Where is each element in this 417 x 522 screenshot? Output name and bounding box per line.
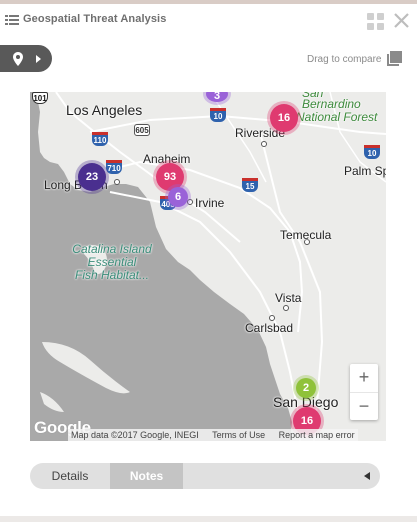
city-label-palm-springs: Palm Sp bbox=[344, 164, 386, 178]
city-label-long-beach-prefix: Long B bbox=[44, 178, 83, 192]
cluster-count: 16 bbox=[300, 415, 314, 427]
location-menu-button[interactable] bbox=[0, 45, 52, 72]
drag-to-compare-label: Drag to compare bbox=[307, 54, 382, 65]
cluster-count: 2 bbox=[302, 382, 310, 394]
threat-cluster[interactable]: 2 bbox=[296, 378, 316, 398]
city-label-irvine: Irvine bbox=[195, 196, 225, 210]
chevron-right-icon bbox=[36, 55, 41, 63]
report-map-error-link[interactable]: Report a map error bbox=[279, 430, 355, 440]
island-label-line-2: Essential bbox=[87, 255, 137, 269]
zoom-control: + − bbox=[350, 364, 378, 420]
tab-bar: Details Notes bbox=[30, 463, 380, 489]
island-label-catalina: Catalina Island Essential Fish Habitat..… bbox=[62, 243, 162, 282]
route-101-shield: 101 bbox=[32, 92, 48, 104]
interstate-10-shield: 10 bbox=[210, 108, 226, 122]
dashboard-icon[interactable] bbox=[367, 13, 384, 30]
threat-cluster[interactable]: 16 bbox=[270, 104, 298, 132]
map-attribution: Map data ©2017 Google, INEGI Terms of Us… bbox=[68, 429, 358, 441]
city-label-vista: Vista bbox=[275, 291, 302, 305]
cluster-count: 16 bbox=[277, 112, 291, 124]
widget-title: Geospatial Threat Analysis bbox=[23, 13, 167, 25]
widget-header: Geospatial Threat Analysis bbox=[0, 4, 417, 38]
interstate-15-shield: 15 bbox=[242, 178, 258, 192]
city-label-temecula: Temecula bbox=[280, 228, 332, 242]
route-605-shield: 605 bbox=[134, 124, 150, 136]
threat-cluster[interactable]: 23 bbox=[78, 163, 106, 191]
threat-map[interactable]: Los Angeles San Bernardino National Fore… bbox=[30, 92, 386, 441]
tab-details[interactable]: Details bbox=[30, 463, 110, 489]
map-pin-icon bbox=[13, 52, 23, 66]
map-data-credit: Map data ©2017 Google, INEGI bbox=[71, 430, 199, 440]
bottom-border bbox=[0, 516, 417, 522]
copy-icon[interactable] bbox=[385, 51, 402, 68]
cluster-count: 6 bbox=[174, 191, 182, 203]
list-icon bbox=[5, 15, 19, 25]
island-label-line-3: Fish Habitat... bbox=[74, 268, 150, 282]
zoom-out-button[interactable]: − bbox=[350, 392, 378, 420]
interstate-10-east-shield: 10 bbox=[364, 145, 380, 159]
tab-notes[interactable]: Notes bbox=[110, 463, 183, 489]
interstate-710-shield: 710 bbox=[106, 160, 122, 174]
city-label-los-angeles: Los Angeles bbox=[66, 102, 143, 118]
terms-of-use-link[interactable]: Terms of Use bbox=[212, 430, 265, 440]
island-label-line-1: Catalina Island bbox=[72, 242, 152, 256]
threat-cluster[interactable]: 6 bbox=[168, 187, 188, 207]
cluster-count: 23 bbox=[85, 171, 99, 183]
interstate-110-shield: 110 bbox=[92, 132, 108, 146]
zoom-in-button[interactable]: + bbox=[350, 364, 378, 392]
cluster-count: 3 bbox=[213, 92, 221, 102]
park-label-national-forest: National Forest bbox=[296, 110, 378, 124]
close-icon[interactable] bbox=[393, 12, 410, 29]
city-label-carlsbad: Carlsbad bbox=[245, 321, 294, 335]
caret-left-icon[interactable] bbox=[364, 472, 370, 480]
cluster-count: 93 bbox=[163, 171, 177, 183]
